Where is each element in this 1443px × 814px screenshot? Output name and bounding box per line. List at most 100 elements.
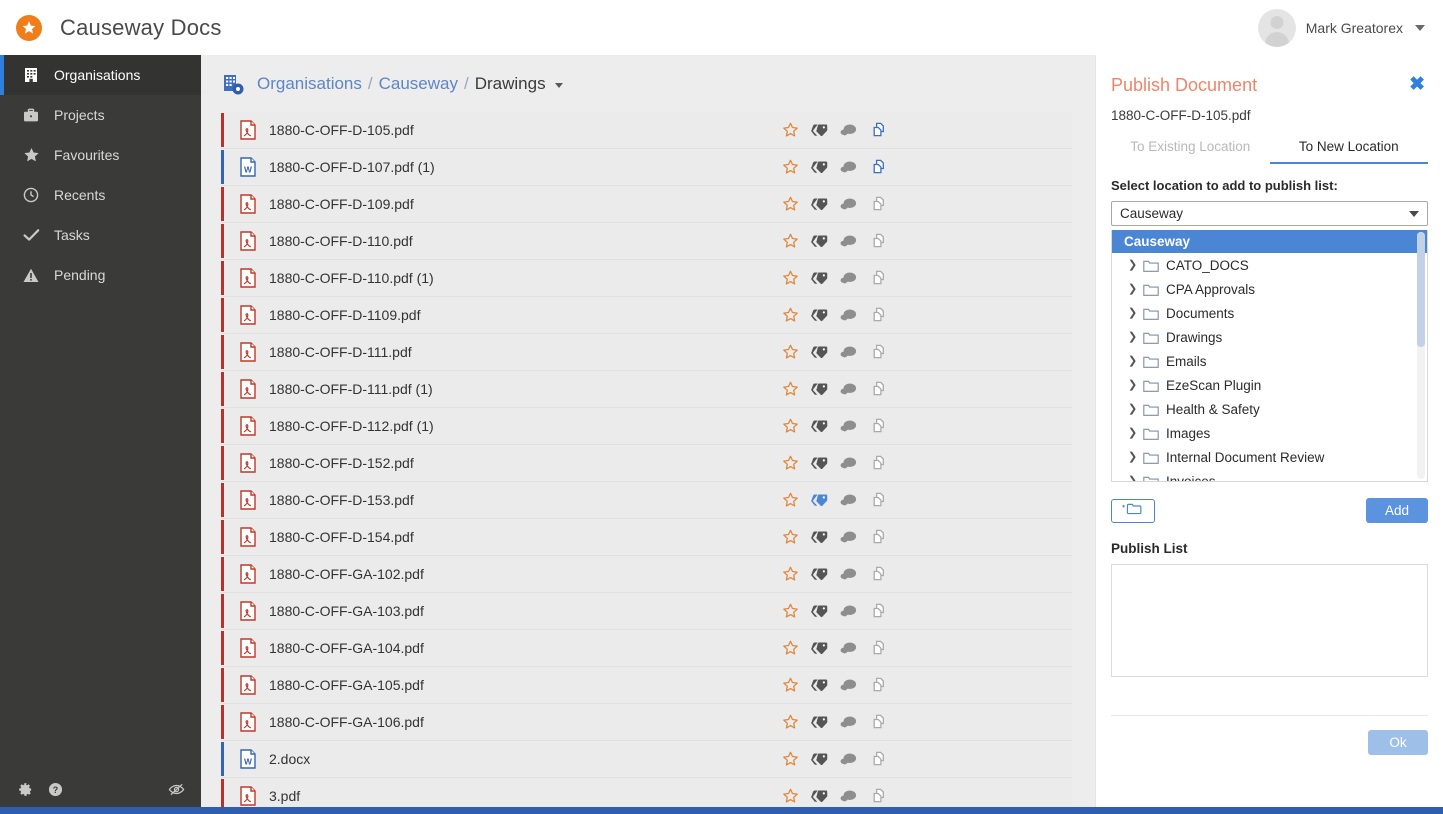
location-tree[interactable]: Causeway ❯ CATO_DOCS ❯ CPA Approvals ❯ Documen… xyxy=(1111,230,1428,482)
tree-scrollbar-thumb[interactable] xyxy=(1417,232,1425,347)
new-folder-button[interactable] xyxy=(1111,498,1155,523)
comment-icon[interactable] xyxy=(840,196,857,213)
favourite-star-icon[interactable] xyxy=(782,677,799,694)
table-row[interactable]: 1880-C-OFF-D-109.pdf xyxy=(221,186,1072,223)
comment-icon[interactable] xyxy=(840,529,857,546)
comment-icon[interactable] xyxy=(840,603,857,620)
comment-icon[interactable] xyxy=(840,381,857,398)
tag-icon[interactable] xyxy=(811,640,828,657)
publish-copy-icon[interactable] xyxy=(869,122,886,139)
comment-icon[interactable] xyxy=(840,455,857,472)
favourite-star-icon[interactable] xyxy=(782,714,799,731)
chevron-right-icon[interactable]: ❯ xyxy=(1128,427,1137,439)
chevron-right-icon[interactable]: ❯ xyxy=(1128,355,1137,367)
location-select[interactable]: Causeway xyxy=(1111,201,1428,226)
comment-icon[interactable] xyxy=(840,788,857,805)
publish-list-box[interactable] xyxy=(1111,564,1428,677)
publish-copy-icon[interactable] xyxy=(869,603,886,620)
publish-copy-icon[interactable] xyxy=(869,159,886,176)
publish-copy-icon[interactable] xyxy=(869,307,886,324)
favourite-star-icon[interactable] xyxy=(782,344,799,361)
tag-icon[interactable] xyxy=(811,270,828,287)
publish-copy-icon[interactable] xyxy=(869,455,886,472)
tree-item[interactable]: ❯ EzeScan Plugin xyxy=(1112,373,1427,397)
publish-copy-icon[interactable] xyxy=(869,492,886,509)
publish-copy-icon[interactable] xyxy=(869,381,886,398)
tag-icon[interactable] xyxy=(811,344,828,361)
favourite-star-icon[interactable] xyxy=(782,270,799,287)
chevron-right-icon[interactable]: ❯ xyxy=(1128,259,1137,271)
favourite-star-icon[interactable] xyxy=(782,196,799,213)
comment-icon[interactable] xyxy=(840,270,857,287)
app-logo[interactable]: Causeway Docs xyxy=(16,14,222,41)
breadcrumb-item-causeway[interactable]: Causeway xyxy=(379,74,458,94)
user-menu[interactable]: Mark Greatorex xyxy=(1257,0,1425,55)
favourite-star-icon[interactable] xyxy=(782,122,799,139)
favourite-star-icon[interactable] xyxy=(782,381,799,398)
publish-copy-icon[interactable] xyxy=(869,529,886,546)
table-row[interactable]: 1880-C-OFF-D-110.pdf (1) xyxy=(221,260,1072,297)
tree-item[interactable]: ❯ Health & Safety xyxy=(1112,397,1427,421)
gear-icon[interactable] xyxy=(16,782,34,797)
publish-copy-icon[interactable] xyxy=(869,640,886,657)
chevron-down-icon[interactable] xyxy=(554,82,563,88)
tag-icon[interactable] xyxy=(811,196,828,213)
publish-copy-icon[interactable] xyxy=(869,788,886,805)
tree-item[interactable]: ❯ Internal Document Review xyxy=(1112,445,1427,469)
publish-copy-icon[interactable] xyxy=(869,233,886,250)
tag-icon[interactable] xyxy=(811,381,828,398)
sidebar-item-tasks[interactable]: Tasks xyxy=(0,215,201,255)
tag-icon[interactable] xyxy=(811,603,828,620)
table-row[interactable]: 1880-C-OFF-D-110.pdf xyxy=(221,223,1072,260)
comment-icon[interactable] xyxy=(840,307,857,324)
tag-icon[interactable] xyxy=(811,159,828,176)
table-row[interactable]: 1880-C-OFF-GA-106.pdf xyxy=(221,704,1072,741)
comment-icon[interactable] xyxy=(840,677,857,694)
file-list[interactable]: 1880-C-OFF-D-105.pdf W 1880-C-OFF-D-107.pd… xyxy=(201,112,1095,814)
tag-icon[interactable] xyxy=(811,714,828,731)
table-row[interactable]: 1880-C-OFF-D-111.pdf (1) xyxy=(221,371,1072,408)
ok-button[interactable]: Ok xyxy=(1368,730,1428,755)
tag-icon[interactable] xyxy=(811,122,828,139)
comment-icon[interactable] xyxy=(840,640,857,657)
publish-copy-icon[interactable] xyxy=(869,751,886,768)
table-row[interactable]: 1880-C-OFF-D-112.pdf (1) xyxy=(221,408,1072,445)
help-circle-icon[interactable]: ? xyxy=(46,782,64,797)
comment-icon[interactable] xyxy=(840,418,857,435)
table-row[interactable]: 1880-C-OFF-D-111.pdf xyxy=(221,334,1072,371)
favourite-star-icon[interactable] xyxy=(782,529,799,546)
tree-item[interactable]: ❯ Invoices xyxy=(1112,469,1427,481)
eye-slash-icon[interactable] xyxy=(167,782,185,797)
table-row[interactable]: W 2.docx xyxy=(221,741,1072,778)
tree-item[interactable]: ❯ CATO_DOCS xyxy=(1112,253,1427,277)
chevron-down-icon[interactable] xyxy=(1415,24,1425,31)
tag-icon[interactable] xyxy=(811,566,828,583)
sidebar-item-pending[interactable]: Pending xyxy=(0,255,201,295)
favourite-star-icon[interactable] xyxy=(782,233,799,250)
favourite-star-icon[interactable] xyxy=(782,751,799,768)
comment-icon[interactable] xyxy=(840,751,857,768)
tree-item[interactable]: ❯ Images xyxy=(1112,421,1427,445)
favourite-star-icon[interactable] xyxy=(782,455,799,472)
chevron-right-icon[interactable]: ❯ xyxy=(1128,283,1137,295)
chevron-right-icon[interactable]: ❯ xyxy=(1128,403,1137,415)
tag-icon[interactable] xyxy=(811,307,828,324)
table-row[interactable]: 1880-C-OFF-GA-105.pdf xyxy=(221,667,1072,704)
tab-to-new-location[interactable]: To New Location xyxy=(1269,133,1428,164)
table-row[interactable]: 1880-C-OFF-D-105.pdf xyxy=(221,112,1072,149)
tag-icon[interactable] xyxy=(811,751,828,768)
favourite-star-icon[interactable] xyxy=(782,640,799,657)
table-row[interactable]: 1880-C-OFF-D-1109.pdf xyxy=(221,297,1072,334)
comment-icon[interactable] xyxy=(840,159,857,176)
tree-scrollbar[interactable] xyxy=(1417,232,1425,479)
favourite-star-icon[interactable] xyxy=(782,307,799,324)
publish-copy-icon[interactable] xyxy=(869,566,886,583)
sidebar-item-projects[interactable]: Projects xyxy=(0,95,201,135)
tag-icon[interactable] xyxy=(811,788,828,805)
close-icon[interactable]: ✖ xyxy=(1409,75,1425,94)
table-row[interactable]: 1880-C-OFF-D-152.pdf xyxy=(221,445,1072,482)
comment-icon[interactable] xyxy=(840,344,857,361)
comment-icon[interactable] xyxy=(840,122,857,139)
tag-icon[interactable] xyxy=(811,233,828,250)
tag-icon[interactable] xyxy=(811,529,828,546)
